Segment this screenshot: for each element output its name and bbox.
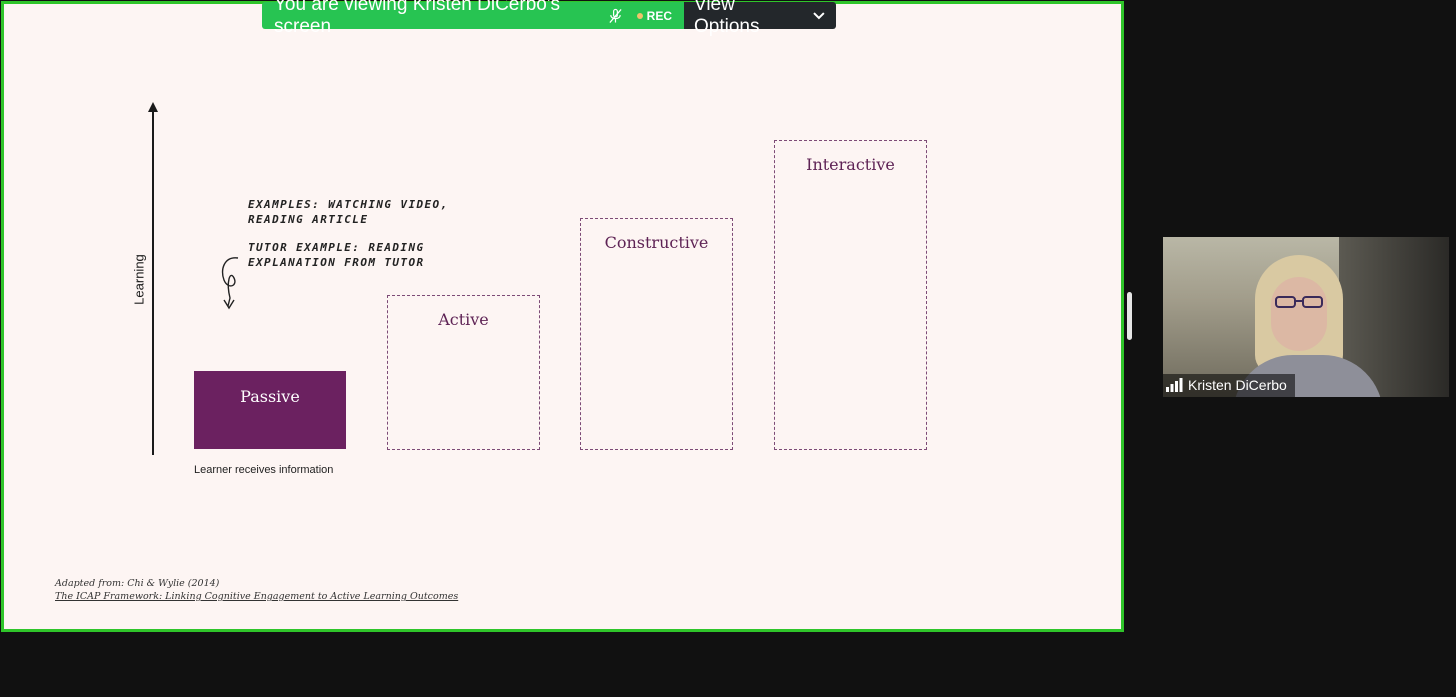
- recording-dot-icon: [636, 12, 643, 19]
- bar-interactive: Interactive: [774, 140, 927, 450]
- participant-face: [1271, 277, 1327, 351]
- examples-note: Examples: watching video, reading articl…: [248, 198, 449, 226]
- participant-video-tile[interactable]: Kristen DiCerbo: [1163, 237, 1449, 397]
- microphone-muted-icon: [609, 8, 622, 23]
- viewing-indicator: You are viewing Kristen DiCerbo's screen…: [262, 0, 684, 37]
- citation-link[interactable]: The ICAP Framework: Linking Cognitive En…: [55, 590, 458, 603]
- chevron-down-icon: [813, 11, 825, 19]
- signal-strength-icon: [1166, 378, 1183, 392]
- y-axis-line: [152, 108, 154, 455]
- view-options-label: View Options: [694, 0, 760, 37]
- panel-splitter-handle[interactable]: [1127, 292, 1132, 340]
- bar-passive: Passive: [194, 371, 346, 449]
- passive-caption: Learner receives information: [194, 464, 334, 476]
- shared-screen: Learning Examples: watching video, readi…: [1, 1, 1124, 632]
- participant-name: Kristen DiCerbo: [1188, 377, 1287, 393]
- curly-arrow-icon: [221, 257, 239, 310]
- view-options-button[interactable]: View Options: [684, 0, 836, 37]
- citation: Adapted from: Chi & Wylie (2014) The ICA…: [55, 577, 458, 603]
- citation-source: Adapted from: Chi & Wylie (2014): [55, 578, 220, 589]
- tutor-example-note: Tutor example: reading explanation from …: [248, 241, 425, 269]
- bar-active: Active: [387, 295, 540, 450]
- viewing-text: You are viewing Kristen DiCerbo's screen: [274, 0, 560, 37]
- slide: Learning Examples: watching video, readi…: [4, 4, 1121, 629]
- screen-share-banner: You are viewing Kristen DiCerbo's screen…: [262, 0, 836, 37]
- y-axis-label: Learning: [131, 254, 147, 305]
- rec-label: REC: [646, 8, 672, 23]
- recording-indicator: REC: [636, 8, 672, 23]
- bar-constructive: Constructive: [580, 218, 733, 450]
- participant-name-tag: Kristen DiCerbo: [1163, 374, 1295, 397]
- glasses-icon: [1275, 296, 1323, 308]
